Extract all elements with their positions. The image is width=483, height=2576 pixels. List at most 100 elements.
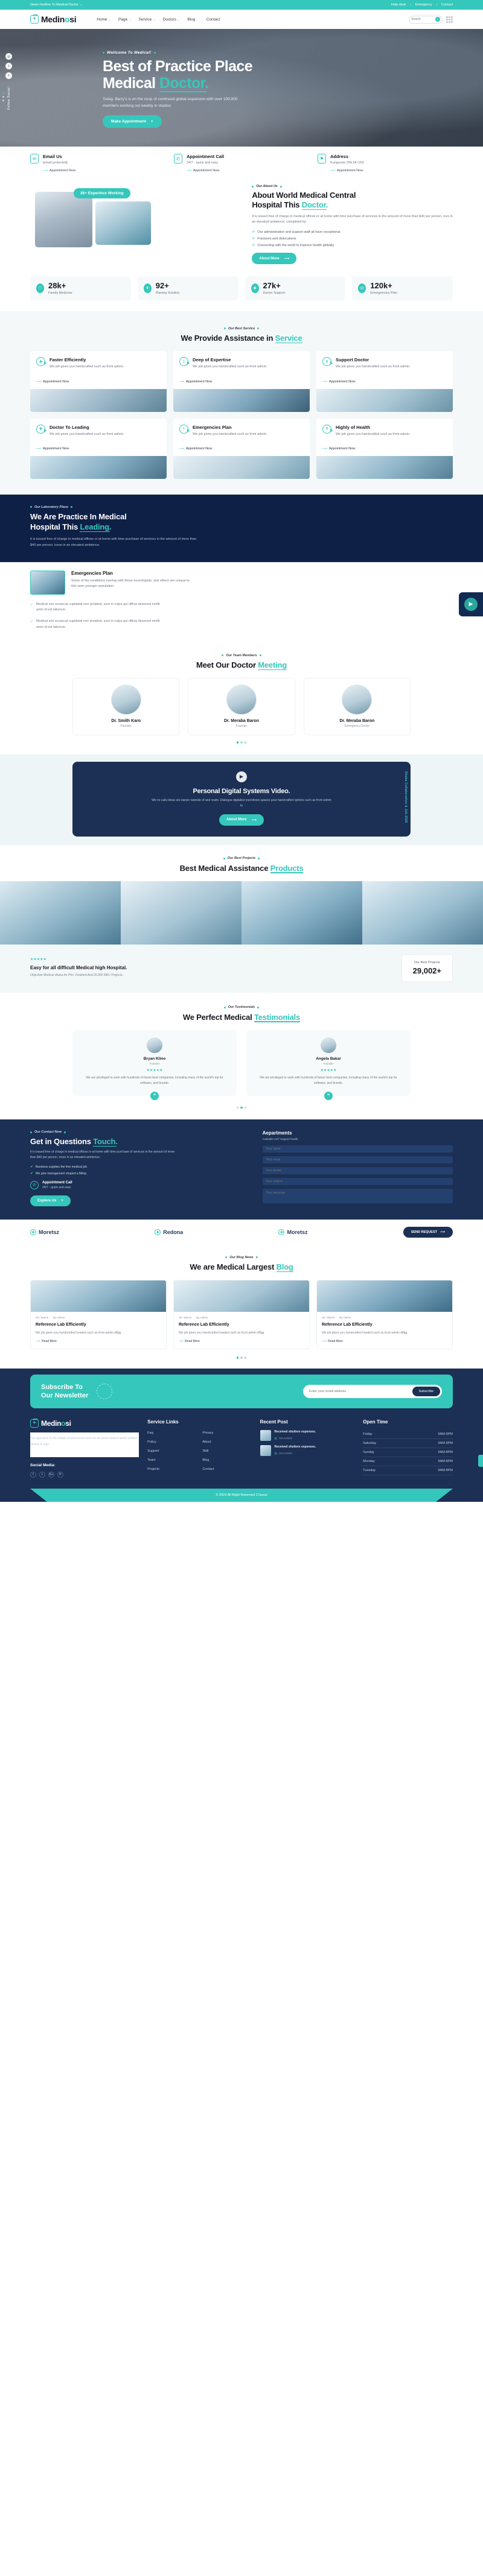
footer-link-skill[interactable]: Skill	[202, 1448, 251, 1455]
nav-item-home[interactable]: Home ⌄	[97, 17, 110, 22]
slider-dot-3[interactable]	[244, 1356, 247, 1359]
blog-card[interactable]: 26 / March By Admin Reference Lab Effici…	[30, 1280, 167, 1350]
topbar-link-emergency[interactable]: Emergency	[415, 3, 432, 7]
doctor-card[interactable]: Dr. Meraba Baron Emergency Doctor	[303, 678, 411, 736]
slider-dot-3[interactable]	[244, 1106, 247, 1109]
twitter-icon[interactable]: t	[5, 63, 12, 69]
appointment-link[interactable]: ⟶ Appointment Now	[316, 447, 453, 456]
facebook-icon[interactable]: f	[30, 1472, 36, 1478]
facebook-icon[interactable]: f	[5, 72, 12, 79]
read-more-link[interactable]: ⟶ Read More	[31, 1335, 166, 1349]
doctor-card[interactable]: Dr. Smith Karo Founder	[72, 678, 180, 736]
pinterest-icon[interactable]: P	[57, 1472, 63, 1478]
twitter-icon[interactable]: t	[39, 1472, 45, 1478]
search-input[interactable]	[411, 17, 435, 21]
slider-dot-1[interactable]	[236, 741, 239, 744]
slider-dot-2[interactable]	[2, 96, 4, 98]
appointment-link[interactable]: ⟶ Appointment Now	[187, 169, 224, 172]
project-image[interactable]	[362, 881, 483, 945]
nav-item-doctors[interactable]: Doctors ⌄	[163, 17, 180, 22]
appointment-link[interactable]: ⟶ Appointment Now	[173, 380, 310, 389]
search-icon[interactable]: ⌕	[435, 17, 440, 22]
slider-dot-3[interactable]	[244, 741, 247, 744]
subject-field[interactable]	[262, 1178, 453, 1186]
project-image[interactable]	[0, 881, 121, 945]
instagram-icon[interactable]: ◎	[5, 53, 12, 60]
service-card[interactable]: ✚ Doctor To Leading We job gives you han…	[30, 418, 167, 479]
explore-us-button[interactable]: Explore Us +	[30, 1195, 71, 1207]
search-box[interactable]: ⌕	[409, 15, 443, 24]
footer-link-projects[interactable]: Projects	[147, 1466, 196, 1473]
service-card[interactable]: ⚕ Emergencies Plan We job gives you hand…	[173, 418, 310, 479]
hero-slider-dots[interactable]	[2, 92, 4, 101]
phone-field[interactable]	[262, 1167, 453, 1175]
footer-post-item[interactable]: Received shutters expenses. ▤ Jun.5,2022	[260, 1430, 355, 1441]
doctor-card[interactable]: Dr. Meraba Baron Founder	[188, 678, 295, 736]
slider-dot-3[interactable]	[2, 100, 4, 101]
service-card[interactable]: ✚ Faster Efficiently We job gives you ha…	[30, 351, 167, 412]
slider-dot-2[interactable]	[240, 741, 243, 744]
footer-logo[interactable]: Medinosi	[30, 1418, 139, 1428]
video-play-badge[interactable]: ▶	[459, 592, 483, 616]
play-icon[interactable]: ▶	[464, 597, 478, 611]
topbar-link-helpdesk[interactable]: Help desk	[391, 3, 406, 7]
footer-link-support[interactable]: Support	[147, 1448, 196, 1455]
send-request-button[interactable]: SEND REQUEST ⟶	[403, 1227, 453, 1238]
service-card[interactable]: ☤ Support Doctor We job gives you handcr…	[316, 351, 453, 412]
about-more-button[interactable]: About More ⟶	[252, 253, 297, 265]
footer-link-blog[interactable]: Blog	[202, 1457, 251, 1464]
blog-slider-dots[interactable]	[0, 1356, 483, 1359]
side-tab-button[interactable]	[478, 1455, 483, 1467]
list-item: ✔ Fractures and dislocations	[252, 236, 296, 241]
slider-dot-2[interactable]	[240, 1106, 243, 1109]
grid-menu-icon[interactable]	[446, 16, 453, 23]
whatsapp-call-block[interactable]: ✆ Appointment Call 24/7 - quick and easy	[30, 1181, 249, 1190]
service-card[interactable]: ☤ Highly of Health We job gives you hand…	[316, 418, 453, 479]
read-more-link[interactable]: ⟶ Read More	[317, 1335, 452, 1349]
footer-link-team[interactable]: Team	[147, 1457, 196, 1464]
appointment-link[interactable]: ⟶ Appointment Now	[30, 447, 167, 456]
footer-link-privacy[interactable]: Privacy	[202, 1430, 251, 1437]
name-field[interactable]	[262, 1145, 453, 1153]
message-field[interactable]	[262, 1189, 453, 1204]
testimonial-quote: We are privileged to work with hundreds …	[86, 1075, 223, 1085]
appointment-link[interactable]: ⟶ Appointment Now	[316, 380, 453, 389]
nav-item-page[interactable]: Page ⌄	[118, 17, 131, 22]
play-icon[interactable]: ▶	[236, 771, 247, 782]
arrow-right-icon: →	[79, 3, 83, 7]
project-image[interactable]	[121, 881, 242, 945]
nav-item-blog[interactable]: Blog ⌄	[187, 17, 198, 22]
project-image[interactable]	[242, 881, 362, 945]
topbar-link-contact[interactable]: Contact	[441, 3, 453, 7]
footer-link-policy[interactable]: Policy	[147, 1439, 196, 1446]
appointment-link[interactable]: ⟶ Appointment Now	[173, 447, 310, 456]
email-field[interactable]	[262, 1156, 453, 1164]
footer-link-about[interactable]: About	[202, 1439, 251, 1446]
appointment-link[interactable]: ⟶ Appointment Now	[330, 169, 364, 172]
google-plus-icon[interactable]: G+	[48, 1472, 54, 1478]
blog-card[interactable]: 26 / March By Admin Reference Lab Effici…	[173, 1280, 310, 1350]
newsletter-email-input[interactable]	[309, 1389, 412, 1393]
caduceus-icon: ☤	[322, 424, 333, 434]
slider-dot-2[interactable]	[240, 1356, 243, 1359]
video-about-more-button[interactable]: About More ⟶	[219, 814, 264, 826]
hours-row: Saturday 9AM-9PM	[363, 1439, 453, 1449]
service-card[interactable]: ⚕ Deep of Expertise We job gives you han…	[173, 351, 310, 412]
appointment-link[interactable]: ⟶ Appointment Now	[30, 380, 167, 389]
footer-post-item[interactable]: Received shutters expenses. ▤ Jun.5,2022	[260, 1445, 355, 1457]
make-appointment-button[interactable]: Make Appointment +	[103, 115, 162, 128]
slider-dot-1[interactable]	[236, 1106, 239, 1109]
testimonial-slider-dots[interactable]	[0, 1106, 483, 1109]
slider-dot-1[interactable]	[2, 92, 4, 94]
appointment-link[interactable]: ⟶ Appointment Now	[43, 169, 75, 172]
team-slider-dots[interactable]	[0, 741, 483, 744]
footer-link-contact[interactable]: Contact	[202, 1466, 251, 1473]
read-more-link[interactable]: ⟶ Read More	[174, 1335, 309, 1349]
logo[interactable]: Medinosi	[30, 14, 77, 24]
subscribe-button[interactable]: Subscribe	[412, 1386, 440, 1396]
slider-dot-1[interactable]	[236, 1356, 239, 1359]
footer-link-faq[interactable]: Faq	[147, 1430, 196, 1437]
nav-item-service[interactable]: Service ⌄	[139, 17, 155, 22]
nav-item-contact[interactable]: Contact	[206, 17, 220, 22]
blog-card[interactable]: 26 / March By Admin Reference Lab Effici…	[316, 1280, 453, 1350]
